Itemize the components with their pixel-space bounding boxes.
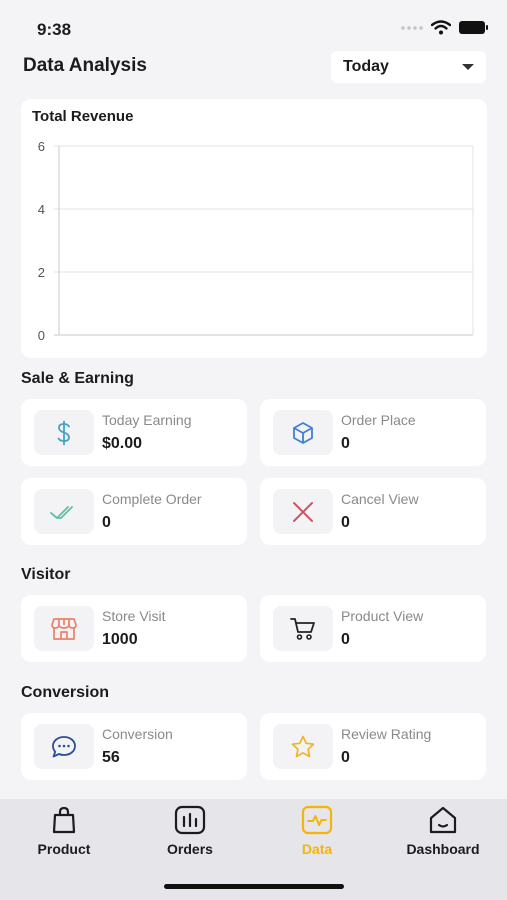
- activity-icon: [301, 805, 333, 835]
- cancel-view-icon-box: [273, 489, 333, 534]
- store-icon: [51, 617, 77, 640]
- today-earning-icon-box: [34, 410, 94, 455]
- store-visit-card[interactable]: Store Visit 1000: [21, 595, 247, 662]
- cancel-view-card[interactable]: Cancel View 0: [260, 478, 486, 545]
- period-dropdown[interactable]: Today: [331, 51, 486, 83]
- tab-label: Orders: [167, 841, 213, 857]
- page-title: Data Analysis: [23, 55, 147, 76]
- orders-icon: [174, 805, 206, 835]
- home-indicator: [164, 884, 344, 889]
- stat-value: 0: [341, 631, 350, 648]
- stat-value: 0: [341, 435, 350, 452]
- chat-icon: [52, 735, 76, 757]
- stat-label: Order Place: [341, 412, 416, 428]
- status-time: 9:38: [37, 20, 72, 39]
- stat-label: Store Visit: [102, 608, 166, 624]
- product-view-icon-box: [273, 606, 333, 651]
- period-dropdown-value: Today: [343, 58, 389, 75]
- chevron-down-icon: [462, 64, 474, 70]
- close-icon: [293, 501, 313, 522]
- y-tick-label: 4: [38, 202, 45, 217]
- stat-label: Today Earning: [102, 412, 192, 428]
- stat-label: Review Rating: [341, 726, 432, 742]
- battery-icon: [459, 21, 488, 34]
- status-bar: 9:38: [0, 0, 507, 50]
- stat-label: Conversion: [102, 726, 173, 742]
- y-tick-label: 0: [38, 328, 45, 343]
- order-place-card[interactable]: Order Place 0: [260, 399, 486, 466]
- stat-label: Product View: [341, 608, 424, 624]
- review-rating-card[interactable]: Review Rating 0: [260, 713, 486, 780]
- store-visit-icon-box: [34, 606, 94, 651]
- complete-order-card[interactable]: Complete Order 0: [21, 478, 247, 545]
- tab-label: Dashboard: [406, 841, 480, 857]
- y-tick-label: 6: [38, 139, 45, 154]
- home-icon: [429, 806, 457, 834]
- conversion-icon-box: [34, 724, 94, 769]
- status-icons: [401, 20, 488, 35]
- stat-value: 0: [341, 514, 350, 531]
- star-icon: [291, 735, 315, 757]
- review-rating-icon-box: [273, 724, 333, 769]
- today-earning-card[interactable]: Today Earning $0.00: [21, 399, 247, 466]
- product-view-card[interactable]: Product View 0: [260, 595, 486, 662]
- tab-dashboard[interactable]: Dashboard: [393, 805, 493, 865]
- bag-icon: [52, 806, 76, 834]
- tab-orders[interactable]: Orders: [140, 805, 240, 865]
- tab-product[interactable]: Product: [14, 805, 114, 865]
- section-title-conversion: Conversion: [21, 684, 110, 701]
- section-title-sale-earning: Sale & Earning: [21, 370, 134, 387]
- stat-label: Cancel View: [341, 491, 419, 507]
- dollar-icon: [57, 420, 70, 445]
- stat-value: 56: [102, 749, 120, 766]
- stat-value: 1000: [102, 631, 138, 648]
- tab-data[interactable]: Data: [267, 805, 367, 865]
- header: Data Analysis Today: [0, 50, 507, 84]
- y-tick-label: 2: [38, 265, 45, 280]
- stat-label: Complete Order: [102, 491, 202, 507]
- revenue-chart: 0 2 4 6: [38, 139, 474, 343]
- stat-value: 0: [341, 749, 350, 766]
- box-icon: [293, 421, 313, 444]
- stat-value: 0: [102, 514, 111, 531]
- tab-label: Data: [301, 841, 333, 857]
- stat-value: $0.00: [102, 435, 143, 452]
- section-title-visitor: Visitor: [21, 566, 71, 583]
- conversion-card[interactable]: Conversion 56: [21, 713, 247, 780]
- cart-icon: [290, 617, 315, 640]
- tab-label: Product: [37, 841, 91, 857]
- wifi-icon: [431, 20, 451, 35]
- order-place-icon-box: [273, 410, 333, 455]
- double-check-icon: [50, 505, 73, 519]
- complete-order-icon-box: [34, 489, 94, 534]
- total-revenue-card: Total Revenue 0246: [21, 99, 487, 358]
- signal-icon: [401, 25, 423, 30]
